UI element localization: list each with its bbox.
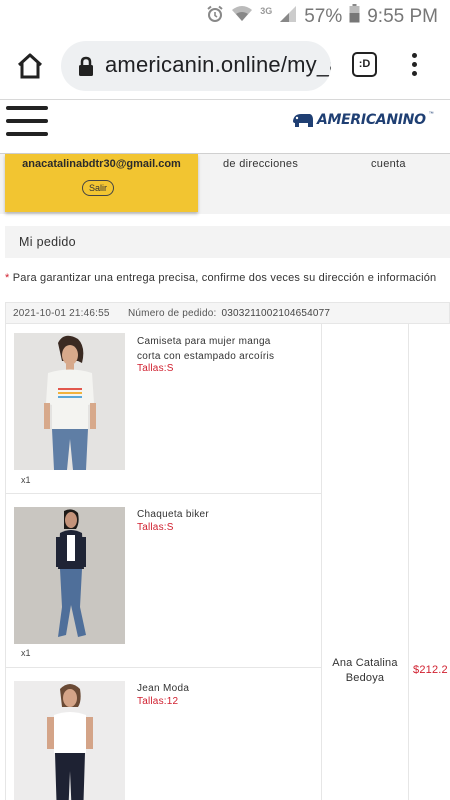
woman-biker-jacket-image bbox=[14, 507, 125, 644]
hamburger-line bbox=[6, 132, 48, 136]
order-items: x1 Camiseta para mujer manga corta con e… bbox=[5, 324, 450, 800]
logo-trademark: ™ bbox=[428, 111, 434, 117]
status-icons: 3G 57% 9:55 PM bbox=[206, 4, 438, 29]
browser-menu-button[interactable] bbox=[404, 50, 424, 82]
item-name[interactable]: Jean Moda bbox=[137, 681, 287, 696]
product-image[interactable] bbox=[14, 681, 125, 800]
browser-toolbar: americanin.online/my_a :D bbox=[0, 32, 450, 100]
hamburger-line bbox=[6, 106, 48, 110]
item-name[interactable]: Camiseta para mujer manga corta con esta… bbox=[137, 334, 287, 364]
menu-dot-icon bbox=[411, 71, 417, 76]
home-button[interactable] bbox=[14, 50, 46, 82]
item-quantity: x1 bbox=[21, 475, 31, 485]
woman-rainbow-tee-image bbox=[14, 333, 125, 470]
order-item[interactable]: x1 Camiseta para mujer manga corta con e… bbox=[6, 324, 321, 494]
wifi-icon bbox=[231, 5, 253, 29]
order-number-caption: Número de pedido: bbox=[128, 308, 217, 319]
lock-icon bbox=[79, 56, 93, 76]
network-type: 3G bbox=[260, 6, 273, 16]
tab-switcher-button[interactable]: :D bbox=[352, 52, 377, 77]
home-icon bbox=[17, 53, 43, 79]
hamburger-menu-button[interactable] bbox=[6, 106, 48, 138]
item-size: Tallas:S bbox=[137, 363, 174, 374]
order-total: $212.2 bbox=[413, 664, 448, 676]
clock: 9:55 PM bbox=[367, 5, 438, 27]
address-bar[interactable]: americanin.online/my_a bbox=[61, 41, 331, 91]
hamburger-line bbox=[6, 119, 48, 123]
status-bar: 3G 57% 9:55 PM bbox=[0, 0, 450, 32]
section-header: Mi pedido bbox=[5, 226, 450, 258]
menu-dot-icon bbox=[411, 62, 417, 67]
column-divider bbox=[408, 324, 409, 800]
account-tab-active[interactable]: anacatalinabdtr30@gmail.com Salir bbox=[5, 154, 198, 212]
notice-text: Para garantizar una entrega precisa, con… bbox=[9, 272, 437, 284]
order-header: 2021-10-01 21:46:55 Número de pedido: 03… bbox=[5, 302, 450, 324]
order-number-label: Número de pedido: 0303211002104654077 bbox=[128, 308, 330, 319]
alarm-icon bbox=[206, 5, 224, 29]
signal-icon bbox=[279, 5, 297, 29]
battery-icon bbox=[349, 4, 360, 29]
item-size: Tallas:12 bbox=[137, 696, 179, 707]
recipient-name: Ana Catalina Bedoya bbox=[332, 657, 398, 684]
product-image[interactable] bbox=[14, 507, 125, 644]
tab-addresses[interactable]: de direcciones bbox=[223, 158, 298, 170]
menu-dot-icon bbox=[411, 53, 417, 58]
battery-percent: 57% bbox=[304, 5, 343, 27]
site-header: AMERICANINO ™ bbox=[0, 101, 450, 154]
americanino-logo[interactable]: AMERICANINO ™ bbox=[292, 111, 434, 129]
logo-text: AMERICANINO bbox=[317, 112, 426, 128]
tab-account[interactable]: cuenta bbox=[371, 158, 406, 170]
woman-jeans-image bbox=[14, 681, 125, 800]
order-date: 2021-10-01 21:46:55 bbox=[13, 308, 110, 319]
item-quantity: x1 bbox=[21, 648, 31, 658]
delivery-notice: * Para garantizar una entrega precisa, c… bbox=[5, 272, 450, 284]
account-tabs: anacatalinabdtr30@gmail.com Salir de dir… bbox=[0, 154, 450, 214]
order-item[interactable]: x1 Chaqueta biker Tallas:S bbox=[6, 494, 321, 668]
section-title: Mi pedido bbox=[19, 235, 76, 249]
url-text: americanin.online/my_a bbox=[105, 52, 331, 77]
column-divider bbox=[321, 324, 322, 800]
item-size: Tallas:S bbox=[137, 522, 174, 533]
item-name[interactable]: Chaqueta biker bbox=[137, 507, 287, 522]
logout-button[interactable]: Salir bbox=[82, 180, 115, 196]
order-number: 0303211002104654077 bbox=[221, 308, 331, 319]
buffalo-logo-icon bbox=[293, 114, 313, 127]
account-email: anacatalinabdtr30@gmail.com bbox=[22, 158, 181, 170]
order-item[interactable]: Jean Moda Tallas:12 bbox=[6, 668, 321, 800]
product-image[interactable] bbox=[14, 333, 125, 470]
